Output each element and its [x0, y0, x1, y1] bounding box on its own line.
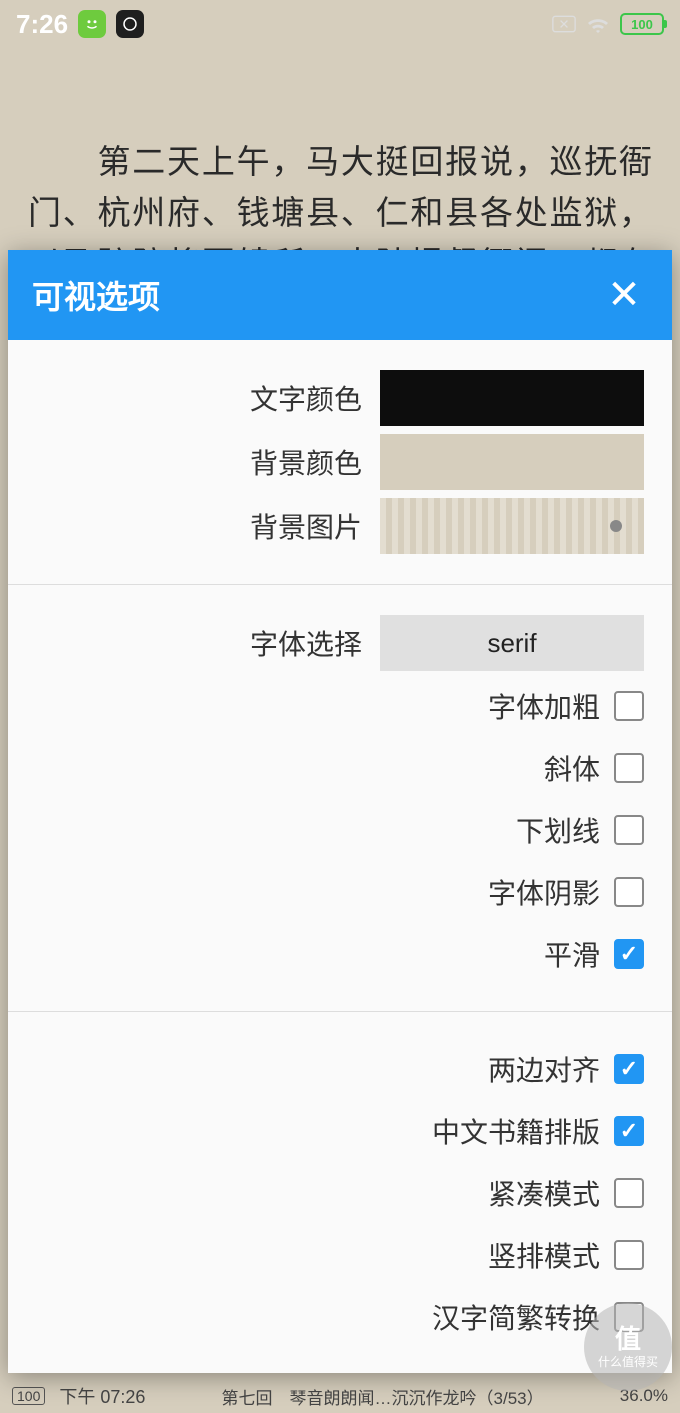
checkbox-underline[interactable]: [614, 815, 644, 845]
label-cjk-layout: 中文书籍排版: [432, 1111, 600, 1151]
screen: 7:26 100 第二天上午，马大挺回报说，巡抚衙门、杭州府、钱塘县、仁和县各处…: [0, 0, 680, 1413]
dialog-body[interactable]: 文字颜色 背景颜色 背景图片 字体选择 serif: [8, 340, 672, 1373]
row-smooth[interactable]: 平滑: [36, 923, 644, 985]
section-layout: 两边对齐 中文书籍排版 紧凑模式 竖排模式 汉字简繁转换: [8, 1012, 672, 1373]
swatch-text-color[interactable]: [380, 370, 644, 426]
label-vertical: 竖排模式: [488, 1235, 600, 1275]
wifi-icon: [586, 15, 610, 33]
app-icon-2: [116, 10, 144, 38]
label-shadow: 字体阴影: [488, 872, 600, 912]
label-smooth: 平滑: [544, 934, 600, 974]
status-time: 7:26: [16, 9, 68, 40]
swatch-bg-color[interactable]: [380, 434, 644, 490]
label-italic: 斜体: [544, 748, 600, 788]
bottom-bar: 100 下午 07:26 第七回 琴音朗朗闻…沉沉作龙吟（3/53） 36.0%: [0, 1379, 680, 1413]
swatch-bg-image[interactable]: [380, 498, 644, 554]
row-justify[interactable]: 两边对齐: [36, 1038, 644, 1100]
checkbox-vertical[interactable]: [614, 1240, 644, 1270]
battery-indicator: 100: [620, 13, 664, 35]
status-left: 7:26: [16, 9, 144, 40]
dialog-header: 可视选项 ✕: [8, 250, 672, 340]
checkbox-justify[interactable]: [614, 1054, 644, 1084]
row-underline[interactable]: 下划线: [36, 799, 644, 861]
label-bg-color: 背景颜色: [250, 442, 362, 482]
checkbox-italic[interactable]: [614, 753, 644, 783]
row-bg-color: 背景颜色: [36, 430, 644, 494]
row-shadow[interactable]: 字体阴影: [36, 861, 644, 923]
row-italic[interactable]: 斜体: [36, 737, 644, 799]
section-font: 字体选择 serif 字体加粗 斜体 下划线: [8, 585, 672, 1012]
status-right: 100: [552, 13, 664, 35]
checkbox-shadow[interactable]: [614, 877, 644, 907]
dropdown-font-value: serif: [487, 628, 536, 659]
watermark-logo: 值: [615, 1324, 641, 1355]
row-compact[interactable]: 紧凑模式: [36, 1162, 644, 1224]
bottom-chapter: 第七回 琴音朗朗闻…沉沉作龙吟（3/53）: [159, 1384, 605, 1409]
label-bold: 字体加粗: [488, 686, 600, 726]
section-colors: 文字颜色 背景颜色 背景图片: [8, 340, 672, 585]
row-vertical[interactable]: 竖排模式: [36, 1224, 644, 1286]
label-underline: 下划线: [516, 810, 600, 850]
visual-options-dialog: 可视选项 ✕ 文字颜色 背景颜色 背景图片: [8, 250, 672, 1373]
bottom-time: 下午 07:26: [59, 1383, 145, 1409]
label-text-color: 文字颜色: [250, 378, 362, 418]
watermark-text: 什么值得买: [598, 1355, 658, 1369]
checkbox-cjk-layout[interactable]: [614, 1116, 644, 1146]
row-cjk-layout[interactable]: 中文书籍排版: [36, 1100, 644, 1162]
watermark: 值 什么值得买: [584, 1303, 672, 1391]
checkbox-smooth[interactable]: [614, 939, 644, 969]
row-bg-image: 背景图片: [36, 494, 644, 558]
bottom-battery: 100: [12, 1387, 45, 1405]
row-bold[interactable]: 字体加粗: [36, 675, 644, 737]
close-icon[interactable]: ✕: [600, 271, 648, 319]
label-justify: 两边对齐: [488, 1049, 600, 1089]
row-trad-simp[interactable]: 汉字简繁转换: [36, 1286, 644, 1348]
checkbox-compact[interactable]: [614, 1178, 644, 1208]
dropdown-font[interactable]: serif: [380, 615, 644, 671]
dialog-title: 可视选项: [32, 272, 160, 318]
label-font-select: 字体选择: [250, 623, 362, 663]
label-trad-simp: 汉字简繁转换: [432, 1297, 600, 1337]
checkbox-bold[interactable]: [614, 691, 644, 721]
label-compact: 紧凑模式: [488, 1173, 600, 1213]
battery-text: 100: [631, 17, 653, 32]
app-icon-1: [78, 10, 106, 38]
status-bar: 7:26 100: [0, 0, 680, 48]
row-font-select: 字体选择 serif: [36, 611, 644, 675]
label-bg-image: 背景图片: [250, 506, 362, 546]
row-text-color: 文字颜色: [36, 366, 644, 430]
screenshot-icon: [552, 15, 576, 33]
